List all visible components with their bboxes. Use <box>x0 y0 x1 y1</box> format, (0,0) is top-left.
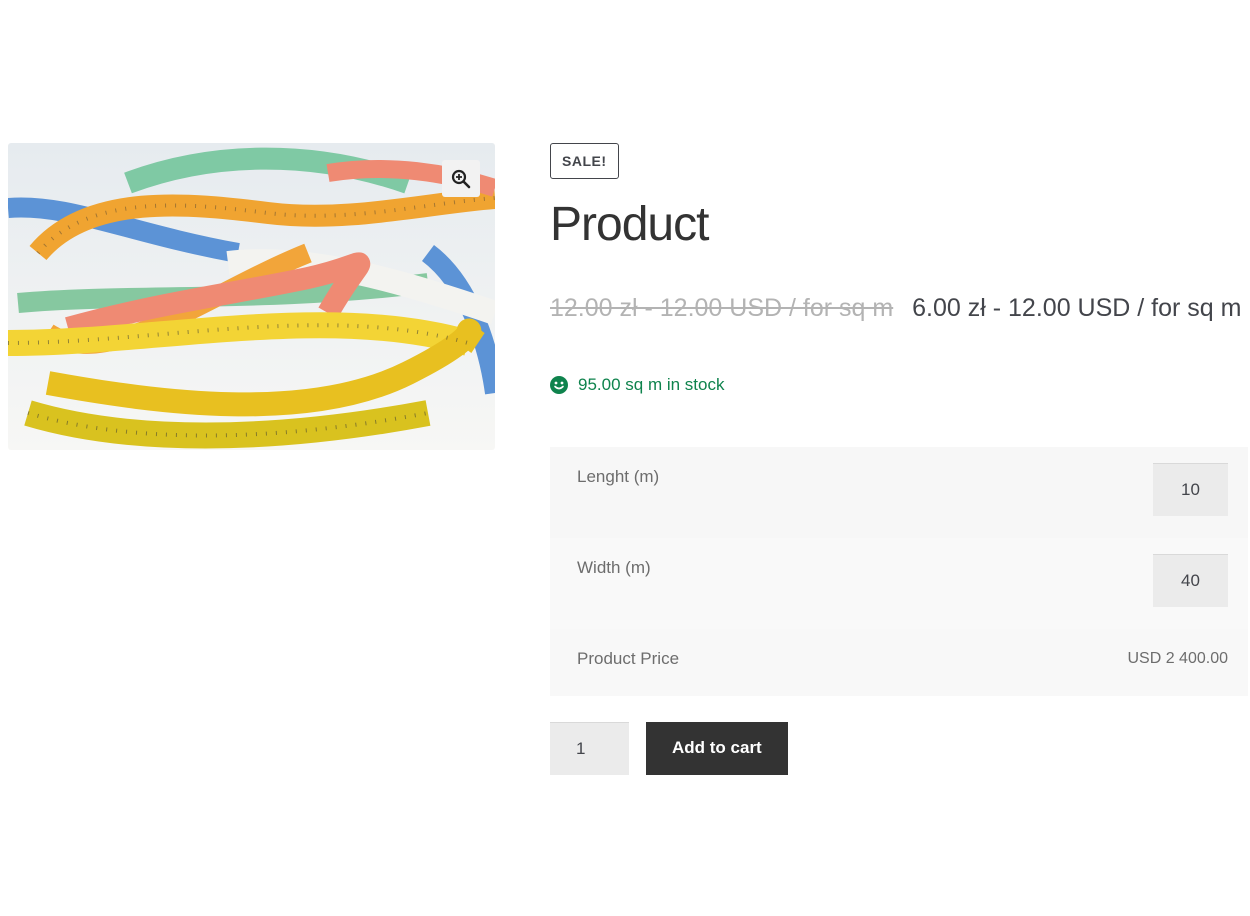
product-gallery <box>8 143 495 450</box>
smiley-icon <box>550 375 568 394</box>
sale-price: 6.00 zł - 12.00 USD / for sq m <box>912 293 1242 322</box>
zoom-in-icon <box>451 169 471 188</box>
length-input[interactable] <box>1153 462 1228 516</box>
stock-status: 95.00 sq m in stock <box>550 375 1248 395</box>
add-to-cart-button[interactable]: Add to cart <box>646 721 788 775</box>
stock-text: 95.00 sq m in stock <box>578 374 725 394</box>
regular-price: 12.00 zł - 12.00 USD / for sq m <box>550 293 894 322</box>
length-row: Lenght (m) <box>550 446 1248 538</box>
sale-badge: SALE! <box>550 143 619 179</box>
product-summary: SALE! Product 12.00 zł - 12.00 USD / for… <box>550 143 1248 775</box>
measurement-table: Lenght (m) Width (m) Product Price USD 2… <box>550 446 1248 696</box>
width-row: Width (m) <box>550 537 1248 629</box>
width-label: Width (m) <box>577 557 651 577</box>
product-price-value: USD 2 400.00 <box>1127 649 1228 667</box>
product-price-row: Product Price USD 2 400.00 <box>550 628 1248 696</box>
price: 12.00 zł - 12.00 USD / for sq m 6.00 zł … <box>550 293 1248 322</box>
product-title: Product <box>550 198 709 251</box>
product-image[interactable] <box>8 143 495 450</box>
length-label: Lenght (m) <box>577 466 660 486</box>
zoom-button[interactable] <box>442 160 480 197</box>
product-price-label: Product Price <box>577 648 680 668</box>
add-to-cart-form: Add to cart <box>550 721 1248 775</box>
quantity-input[interactable] <box>550 721 629 775</box>
width-input[interactable] <box>1153 553 1228 607</box>
